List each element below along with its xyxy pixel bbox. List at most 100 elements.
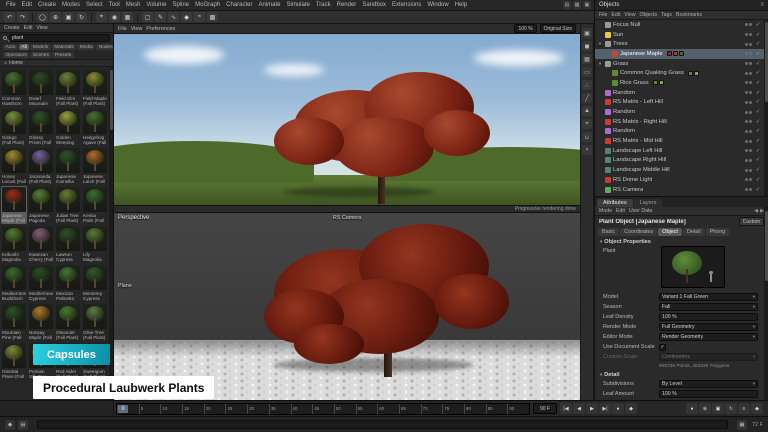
object-row[interactable]: RS Matrix - Mid Hill✓ bbox=[595, 136, 764, 146]
goto-start-button[interactable]: |◀ bbox=[560, 403, 572, 414]
render-dot-icon[interactable] bbox=[749, 33, 752, 36]
visibility-dots[interactable] bbox=[745, 43, 752, 46]
dropdown-field[interactable]: Centimeters▾ bbox=[659, 353, 758, 361]
filter-models[interactable]: Models bbox=[30, 44, 50, 50]
visibility-dots[interactable] bbox=[745, 72, 752, 75]
section-header[interactable]: Object Properties bbox=[595, 237, 768, 246]
enabled-check-icon[interactable]: ✓ bbox=[754, 138, 762, 144]
enabled-check-icon[interactable]: ✓ bbox=[754, 41, 762, 47]
visibility-dots[interactable] bbox=[745, 52, 752, 55]
menu-tool[interactable]: Tool bbox=[106, 2, 123, 8]
editor-dot-icon[interactable] bbox=[745, 140, 748, 143]
timeline-tick[interactable]: 20 bbox=[204, 404, 226, 414]
asset-item[interactable]: Oriental Plane (Fall Plant) bbox=[1, 342, 27, 380]
timeline-ruler[interactable]: 051015202530354045505560657075808590 0 bbox=[116, 403, 530, 415]
attr-subtab-detail[interactable]: Detail bbox=[683, 228, 705, 236]
filter-auto[interactable]: Auto bbox=[3, 44, 18, 50]
render-view-icon[interactable]: ◉ bbox=[109, 12, 120, 22]
expand-arrow-icon[interactable]: ▾ bbox=[597, 41, 603, 47]
rotation-key-icon[interactable]: ↻ bbox=[725, 403, 737, 414]
filter-scenes[interactable]: Scenes bbox=[30, 52, 51, 58]
enabled-check-icon[interactable]: ✓ bbox=[754, 109, 762, 115]
asset-item[interactable]: Japanese Pagoda Tree (Fall Plant) bbox=[28, 186, 54, 224]
visibility-dots[interactable] bbox=[745, 91, 752, 94]
objects-menu-edit[interactable]: Edit bbox=[611, 12, 620, 18]
redo-icon[interactable]: ↷ bbox=[17, 12, 28, 22]
enabled-check-icon[interactable]: ✓ bbox=[754, 32, 762, 38]
visibility-dots[interactable] bbox=[745, 33, 752, 36]
asset-item[interactable]: Japanese Larch (Fall Plant) bbox=[82, 147, 108, 185]
asset-item[interactable]: Glossy Privet (Fall Plant) bbox=[28, 108, 54, 146]
asset-item[interactable]: Norway Maple (Fall Plant) bbox=[28, 303, 54, 341]
object-row[interactable]: ▾Grass✓ bbox=[595, 59, 764, 69]
asset-item[interactable]: Kentia Palm (Fall Plant) bbox=[82, 186, 108, 224]
filter-operators[interactable]: Operators bbox=[3, 52, 29, 58]
menu-track[interactable]: Track bbox=[313, 2, 334, 8]
asset-item[interactable]: Kobushi Magnolia (Fall Plant) bbox=[1, 225, 27, 263]
asset-item[interactable]: Jacaranda (Fall Plant) bbox=[28, 147, 54, 185]
texture-tag-icon[interactable] bbox=[667, 51, 672, 56]
viewport[interactable]: Perspective RS Camera Plane bbox=[114, 213, 580, 400]
attr-mode-edit[interactable]: Edit bbox=[616, 208, 625, 214]
asset-item[interactable]: Golden Weeping Willow (Fall Plant) bbox=[55, 108, 81, 146]
plant-preview-thumbnail[interactable] bbox=[661, 246, 725, 288]
edges-mode-icon[interactable]: ╱ bbox=[582, 93, 592, 103]
timeline-tick[interactable]: 60 bbox=[377, 404, 399, 414]
render-dot-icon[interactable] bbox=[749, 111, 752, 114]
attr-mode-mode[interactable]: Mode bbox=[599, 208, 612, 214]
attr-subtab-basic[interactable]: Basic bbox=[598, 228, 619, 236]
editor-dot-icon[interactable] bbox=[745, 52, 748, 55]
enabled-check-icon[interactable]: ✓ bbox=[754, 148, 762, 154]
enabled-check-icon[interactable]: ✓ bbox=[754, 128, 762, 134]
scrollbar-thumb[interactable] bbox=[765, 211, 768, 281]
editor-dot-icon[interactable] bbox=[745, 62, 748, 65]
asset-item[interactable]: Oleander (Fall Plant) bbox=[55, 303, 81, 341]
history-arrow-icon[interactable]: ◀ bbox=[754, 208, 758, 214]
enabled-check-icon[interactable]: ✓ bbox=[754, 177, 762, 183]
timeline-tick[interactable]: 35 bbox=[269, 404, 291, 414]
menu-simulate[interactable]: Simulate bbox=[284, 2, 313, 8]
asset-item[interactable]: Mexican Palmetto (Fall Plant) bbox=[55, 264, 81, 302]
history-arrows[interactable]: ◀▶ bbox=[754, 208, 764, 214]
memory-icon[interactable]: ▦ bbox=[737, 420, 747, 430]
coordinate-system-icon[interactable]: ⌖ bbox=[96, 12, 107, 22]
attr-subtab-phong[interactable]: Phong bbox=[706, 228, 730, 236]
filter-materials[interactable]: Materials bbox=[52, 44, 76, 50]
timeline-tick[interactable]: 70 bbox=[421, 404, 443, 414]
editor-dot-icon[interactable] bbox=[745, 120, 748, 123]
scale-key-icon[interactable]: ▣ bbox=[712, 403, 724, 414]
volume-icon[interactable]: ▩ bbox=[207, 12, 218, 22]
enabled-check-icon[interactable]: ✓ bbox=[754, 70, 762, 76]
visibility-dots[interactable] bbox=[745, 81, 752, 84]
asset-menu-create[interactable]: Create bbox=[4, 25, 20, 31]
move-icon[interactable]: ⊕ bbox=[50, 12, 61, 22]
render-view-menu-view[interactable]: View bbox=[131, 26, 143, 32]
timeline-tick[interactable]: 75 bbox=[442, 404, 464, 414]
workplane-icon[interactable]: ▭ bbox=[582, 67, 592, 77]
asset-item[interactable]: Olive Tree (Fall Plant) bbox=[82, 303, 108, 341]
scene-info-icon[interactable]: ◆ bbox=[5, 420, 15, 430]
render-dot-icon[interactable] bbox=[749, 178, 752, 181]
timeline-tick[interactable]: 65 bbox=[399, 404, 421, 414]
lock-icon[interactable]: ▪ bbox=[582, 145, 592, 155]
asset-item[interactable]: Monterey Cypress (Fall Plant) bbox=[82, 264, 108, 302]
object-row[interactable]: Landscape Right Hill✓ bbox=[595, 156, 764, 166]
attr-tab-layers[interactable]: Layers bbox=[634, 199, 663, 207]
timeline-tick[interactable]: 80 bbox=[464, 404, 486, 414]
asset-item[interactable]: Field Elm (Fall Plant) bbox=[55, 69, 81, 107]
timeline-tick[interactable]: 85 bbox=[486, 404, 508, 414]
scrollbar-thumb[interactable] bbox=[765, 22, 768, 102]
breadcrumb[interactable]: ⌂ Home bbox=[0, 59, 113, 67]
section-header[interactable]: Detail bbox=[595, 370, 768, 379]
render-dot-icon[interactable] bbox=[749, 140, 752, 143]
render-dot-icon[interactable] bbox=[749, 120, 752, 123]
filter-all[interactable]: All bbox=[19, 44, 29, 50]
keyframe-button[interactable]: ◆ bbox=[625, 403, 637, 414]
render-dot-icon[interactable] bbox=[749, 72, 752, 75]
editor-dot-icon[interactable] bbox=[745, 178, 748, 181]
dropdown-field[interactable]: Variant 1 Fall Green▾ bbox=[659, 293, 758, 301]
asset-menu-view[interactable]: View bbox=[37, 25, 48, 31]
object-row[interactable]: Random✓ bbox=[595, 88, 764, 98]
layout-custom-icon[interactable]: ▣ bbox=[583, 1, 591, 9]
asset-item[interactable]: Japanese Camellia (Fall Plant) bbox=[55, 147, 81, 185]
